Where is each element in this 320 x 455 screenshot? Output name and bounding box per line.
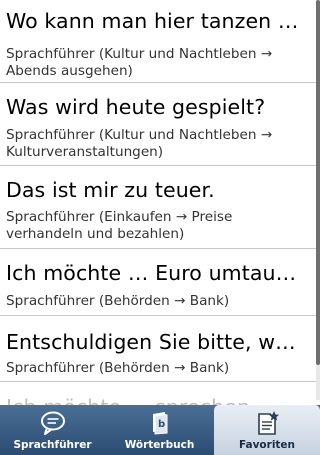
list-item[interactable]: Was wird heute gespielt? Sprachführer (K…	[0, 83, 316, 166]
tab-woerterbuch[interactable]: b Wörterbuch	[107, 405, 212, 455]
list-item[interactable]: Wo kann man hier tanzen … Sprachführer (…	[0, 0, 316, 83]
app-screen: Wo kann man hier tanzen … Sprachführer (…	[0, 0, 320, 455]
speech-bubble-icon	[40, 410, 66, 436]
category-text: Sprachführer (Behörden → Bank)	[6, 293, 230, 309]
list-item[interactable]: Ich möchte … Euro umtau… Sprachführer (B…	[0, 249, 316, 316]
scrollbar-thumb[interactable]	[316, 0, 320, 365]
tab-label: Favoriten	[238, 439, 296, 451]
phrase-text: Was wird heute gespielt?	[6, 95, 266, 119]
phrase-text: Ich möchte … Euro umtau…	[6, 261, 297, 285]
tab-bar: Sprachführer b Wörterbuch Favoriten	[0, 405, 320, 455]
list-item[interactable]: Das ist mir zu teuer. Sprachführer (Eink…	[0, 166, 316, 249]
category-text: Sprachführer (Kultur und Nachtleben → Ab…	[6, 46, 273, 79]
dictionary-book-icon: b	[147, 410, 173, 436]
tab-label: Wörterbuch	[124, 439, 195, 451]
tab-sprachfuehrer[interactable]: Sprachführer	[0, 405, 105, 455]
tab-label: Sprachführer	[13, 439, 92, 451]
category-text: Sprachführer (Kultur und Nachtleben → Ku…	[6, 127, 273, 160]
phrase-text: Das ist mir zu teuer.	[6, 178, 215, 202]
list-item[interactable]: Entschuldigen Sie bitte, w… Sprachführer…	[0, 316, 316, 382]
category-text: Sprachführer (Einkaufen → Preise verhand…	[6, 209, 233, 242]
phrase-text: Entschuldigen Sie bitte, w…	[6, 330, 296, 354]
tab-favoriten[interactable]: Favoriten	[214, 405, 320, 455]
svg-text:b: b	[158, 419, 165, 430]
favorites-list[interactable]: Wo kann man hier tanzen … Sprachführer (…	[0, 0, 320, 455]
favorites-document-star-icon	[254, 410, 280, 436]
scrollbar[interactable]	[316, 0, 320, 400]
phrase-text: Wo kann man hier tanzen …	[6, 9, 299, 33]
category-text: Sprachführer (Behörden → Bank)	[6, 360, 230, 376]
